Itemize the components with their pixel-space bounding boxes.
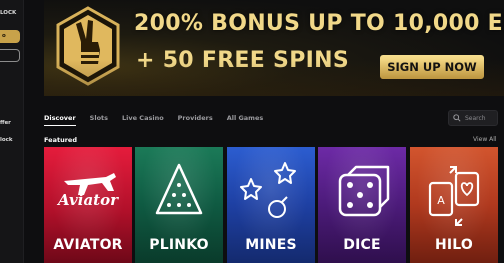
dice-icon xyxy=(338,165,390,217)
game-name: MINES xyxy=(245,237,297,253)
game-tile-dice[interactable]: DICE xyxy=(318,147,406,263)
sidebar-outline-button[interactable] xyxy=(0,49,20,62)
sign-up-button[interactable]: SIGN UP NOW xyxy=(380,55,484,79)
section-title: Featured xyxy=(44,136,77,144)
game-tile-hilo[interactable]: A HILO xyxy=(410,147,498,263)
search-input[interactable]: Search xyxy=(448,110,498,126)
pyramid-icon xyxy=(155,163,203,215)
game-tile-aviator[interactable]: Aviator AVIATOR xyxy=(44,147,132,263)
game-name: HILO xyxy=(434,237,474,253)
cards-icon: A xyxy=(428,166,480,226)
carousel-dots xyxy=(310,87,322,96)
game-name: DICE xyxy=(343,237,381,253)
stars-bomb-icon xyxy=(240,162,296,218)
victory-hand-logo-icon xyxy=(56,6,120,86)
search-icon xyxy=(453,114,461,122)
game-tile-plinko[interactable]: PLINKO xyxy=(135,147,223,263)
game-name: PLINKO xyxy=(149,237,209,253)
tab-live-casino[interactable]: Live Casino xyxy=(122,114,164,126)
search-placeholder: Search xyxy=(465,115,486,122)
promo-banner[interactable]: 200% BONUS UP TO 10,000 EUR + 50 FREE SP… xyxy=(44,0,504,96)
view-all-link[interactable]: View All xyxy=(473,136,497,143)
sidebar-item-lock[interactable]: lock xyxy=(0,137,13,143)
sidebar-top-label: LOCK xyxy=(0,10,17,16)
airplane-icon: Aviator xyxy=(56,173,119,209)
tab-providers[interactable]: Providers xyxy=(178,114,213,126)
category-tabs: Discover Slots Live Casino Providers All… xyxy=(44,114,277,126)
sidebar-gold-button[interactable]: o xyxy=(0,30,20,43)
game-tile-mines[interactable]: MINES xyxy=(227,147,315,263)
banner-subheadline: + 50 FREE SPINS xyxy=(136,48,349,73)
tab-all-games[interactable]: All Games xyxy=(227,114,264,126)
sidebar-gold-dot: o xyxy=(2,33,6,39)
game-name: AVIATOR xyxy=(53,237,123,253)
sidebar-item-offer[interactable]: ffer xyxy=(0,120,11,126)
aviator-logo-text: Aviator xyxy=(56,191,119,209)
banner-headline: 200% BONUS UP TO 10,000 EUR xyxy=(134,11,504,36)
tab-slots[interactable]: Slots xyxy=(90,114,108,126)
left-sidebar: LOCK o ffer lock xyxy=(0,0,24,263)
card-ace-letter: A xyxy=(437,194,445,207)
tab-discover[interactable]: Discover xyxy=(44,114,76,126)
